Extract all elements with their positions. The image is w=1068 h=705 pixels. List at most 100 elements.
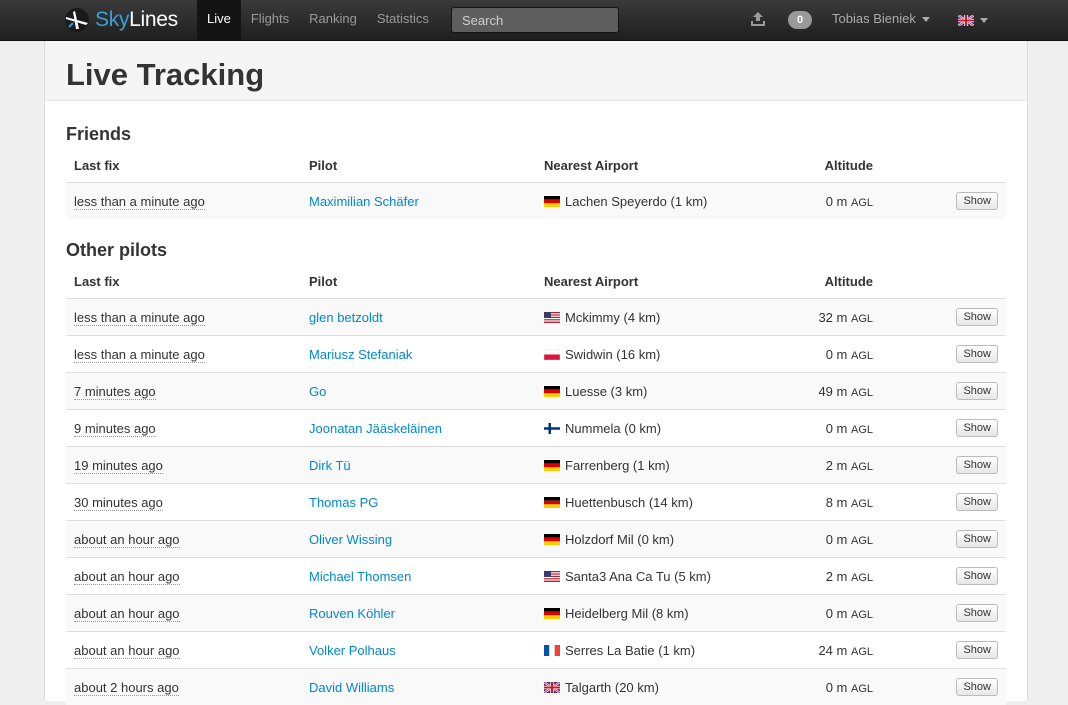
pilot-link[interactable]: David Williams [309, 680, 394, 695]
show-button[interactable]: Show [956, 604, 998, 622]
pilot-cell: Go [301, 373, 536, 410]
show-button[interactable]: Show [956, 419, 998, 437]
airport-cell: Heidelberg Mil (8 km) [536, 595, 809, 632]
nav-ranking[interactable]: Ranking [299, 0, 367, 40]
pilot-link[interactable]: glen betzoldt [309, 310, 383, 325]
altitude-value: 8 m [826, 495, 848, 510]
pilot-link[interactable]: Go [309, 384, 326, 399]
airport-name: Talgarth (20 km) [565, 680, 659, 695]
last-fix-cell: 19 minutes ago [66, 447, 301, 484]
pilot-cell: glen betzoldt [301, 299, 536, 336]
altitude-cell: 0 m AGL [809, 669, 881, 705]
airport-name: Farrenberg (1 km) [565, 458, 670, 473]
pilot-link[interactable]: Dirk Tü [309, 458, 351, 473]
last-fix-time: about an hour ago [74, 606, 180, 622]
altitude-value: 49 m [818, 384, 847, 399]
show-button[interactable]: Show [956, 308, 998, 326]
show-button[interactable]: Show [956, 345, 998, 363]
altitude-cell: 0 m AGL [809, 410, 881, 447]
last-fix-cell: 30 minutes ago [66, 484, 301, 521]
action-cell: Show [881, 336, 1006, 373]
action-cell: Show [881, 410, 1006, 447]
last-fix-time: 30 minutes ago [74, 495, 163, 511]
main-content: Live Tracking Friends Last fix Pilot Nea… [44, 41, 1028, 701]
altitude-cell: 32 m AGL [809, 299, 881, 336]
table-row: about 2 hours agoDavid WilliamsTalgarth … [66, 669, 1006, 705]
last-fix-time: about an hour ago [74, 569, 180, 585]
pilot-link[interactable]: Thomas PG [309, 495, 378, 510]
airport-cell: Swidwin (16 km) [536, 336, 809, 373]
airport-cell: Farrenberg (1 km) [536, 447, 809, 484]
search-input[interactable] [451, 7, 619, 33]
main-nav: Live Flights Ranking Statistics [197, 0, 439, 40]
pilot-cell: David Williams [301, 669, 536, 705]
show-button[interactable]: Show [956, 678, 998, 696]
pilot-cell: Maximilian Schäfer [301, 183, 536, 220]
altitude-value: 0 m [826, 347, 848, 362]
altitude-cell: 0 m AGL [809, 595, 881, 632]
pilot-link[interactable]: Michael Thomsen [309, 569, 411, 584]
airport-name: Huettenbusch (14 km) [565, 495, 693, 510]
upload-icon[interactable] [749, 10, 767, 28]
airport-cell: Luesse (3 km) [536, 373, 809, 410]
friends-table: Last fix Pilot Nearest Airport Altitude … [66, 148, 1006, 219]
agl-label: AGL [851, 313, 873, 325]
altitude-cell: 8 m AGL [809, 484, 881, 521]
show-button[interactable]: Show [956, 567, 998, 585]
pilot-link[interactable]: Joonatan Jääskeläinen [309, 421, 442, 436]
show-button[interactable]: Show [956, 641, 998, 659]
nav-flights[interactable]: Flights [241, 0, 299, 40]
col-altitude: Altitude [809, 264, 881, 299]
altitude-cell: 49 m AGL [809, 373, 881, 410]
other-pilots-table: Last fix Pilot Nearest Airport Altitude … [66, 264, 1006, 705]
airport-cell: Serres La Batie (1 km) [536, 632, 809, 669]
table-row: less than a minute agoMaximilian Schäfer… [66, 183, 1006, 220]
airport-name: Heidelberg Mil (8 km) [565, 606, 689, 621]
last-fix-cell: less than a minute ago [66, 336, 301, 373]
show-button[interactable]: Show [956, 382, 998, 400]
nav-statistics[interactable]: Statistics [367, 0, 439, 40]
airport-name: Serres La Batie (1 km) [565, 643, 695, 658]
user-name: Tobias Bieniek [832, 11, 916, 26]
pilot-cell: Thomas PG [301, 484, 536, 521]
altitude-cell: 0 m AGL [809, 336, 881, 373]
brand-logo[interactable]: SkyLines [64, 6, 178, 34]
pilot-link[interactable]: Oliver Wissing [309, 532, 392, 547]
altitude-value: 0 m [826, 194, 848, 209]
nav-live[interactable]: Live [197, 0, 241, 40]
altitude-cell: 0 m AGL [809, 521, 881, 558]
altitude-cell: 2 m AGL [809, 558, 881, 595]
airport-name: Lachen Speyerdo (1 km) [565, 194, 707, 209]
show-button[interactable]: Show [956, 192, 998, 210]
language-menu[interactable] [958, 0, 988, 40]
pilot-link[interactable]: Maximilian Schäfer [309, 194, 419, 209]
germany-flag-icon [544, 534, 560, 545]
action-cell: Show [881, 558, 1006, 595]
table-row: about an hour ago Rouven Köhler Heidelberg… [66, 595, 1006, 632]
agl-label: AGL [851, 572, 873, 584]
germany-flag-icon [544, 196, 560, 207]
france-flag-icon [544, 645, 560, 656]
table-row: 30 minutes ago Thomas PG Huettenbusch (14 … [66, 484, 1006, 521]
altitude-cell: 24 m AGL [809, 632, 881, 669]
chevron-down-icon [980, 18, 988, 23]
altitude-value: 32 m [818, 310, 847, 325]
show-button[interactable]: Show [956, 493, 998, 511]
show-button[interactable]: Show [956, 530, 998, 548]
pilot-link[interactable]: Mariusz Stefaniak [309, 347, 412, 362]
col-last-fix: Last fix [66, 264, 301, 299]
glider-logo-icon [64, 7, 90, 33]
last-fix-cell: less than a minute ago [66, 299, 301, 336]
table-row: less than a minute agoglen betzoldtMckim… [66, 299, 1006, 336]
pilot-link[interactable]: Rouven Köhler [309, 606, 395, 621]
altitude-value: 0 m [826, 606, 848, 621]
airport-name: Holzdorf Mil (0 km) [565, 532, 674, 547]
pilot-link[interactable]: Volker Polhaus [309, 643, 396, 658]
user-menu[interactable]: Tobias Bieniek [832, 0, 930, 40]
airport-name: Nummela (0 km) [565, 421, 661, 436]
last-fix-time: about an hour ago [74, 643, 180, 659]
show-button[interactable]: Show [956, 456, 998, 474]
last-fix-cell: 7 minutes ago [66, 373, 301, 410]
last-fix-time: 7 minutes ago [74, 384, 156, 400]
notifications-badge[interactable]: 0 [788, 11, 812, 29]
